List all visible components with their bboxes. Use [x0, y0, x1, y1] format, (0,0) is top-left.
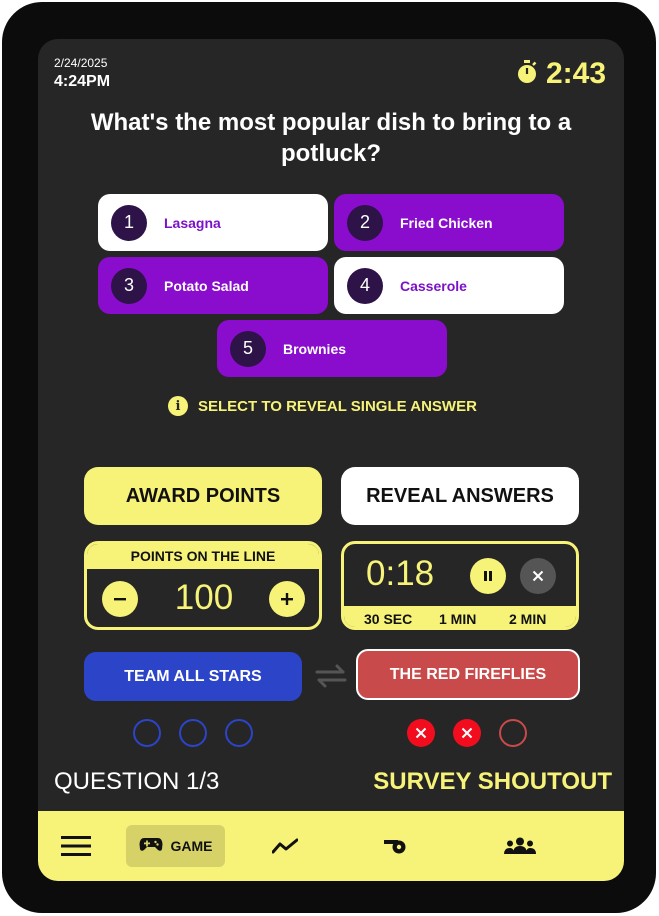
question-text: What's the most popular dish to bring to…: [90, 109, 572, 167]
answer-label: Lasagna: [164, 214, 221, 231]
pause-button[interactable]: [470, 558, 506, 594]
group-icon[interactable]: [502, 825, 538, 867]
answer-number: 2: [347, 204, 383, 241]
stopwatch-icon: [516, 59, 538, 89]
answer-card-2[interactable]: 2 Fried Chicken: [334, 194, 564, 251]
answer-label: Casserole: [400, 277, 467, 294]
decrease-points-button[interactable]: [102, 581, 138, 617]
points-value: 100: [174, 578, 234, 617]
minus-icon: [114, 598, 126, 601]
answer-card-5[interactable]: 5 Brownies: [217, 320, 447, 377]
points-panel-title: POINTS ON THE LINE: [87, 544, 319, 569]
pause-icon: [484, 571, 492, 581]
points-panel: POINTS ON THE LINE 100: [84, 541, 322, 630]
duration-2-min[interactable]: 2 MIN: [509, 611, 546, 627]
current-time: 4:24PM: [54, 73, 111, 90]
answer-number: 1: [111, 204, 147, 241]
swap-teams-icon[interactable]: [313, 663, 349, 694]
duration-30-sec[interactable]: 30 SEC: [364, 611, 412, 627]
bottom-nav: GAME: [38, 811, 624, 881]
team-1-strike-2: [179, 719, 207, 747]
answer-number: 3: [111, 267, 147, 304]
team-1-strike-1: [133, 719, 161, 747]
round-timer: 2:43: [516, 57, 606, 91]
increase-points-button[interactable]: [269, 581, 305, 617]
team-2-strike-2: [453, 719, 481, 747]
answer-card-3[interactable]: 3 Potato Salad: [98, 257, 328, 314]
whistle-icon[interactable]: [382, 825, 414, 867]
team-2-button[interactable]: THE RED FIREFLIES: [356, 649, 580, 700]
countdown-panel: 0:18 30 SEC 1 MIN 2 MIN: [341, 541, 579, 630]
stop-timer-button[interactable]: [520, 558, 556, 594]
nav-game-label: GAME: [170, 838, 213, 854]
reveal-hint: i SELECT TO REVEAL SINGLE ANSWER: [168, 396, 477, 416]
team-2-strike-3: [499, 719, 527, 747]
duration-1-min[interactable]: 1 MIN: [439, 611, 476, 627]
plus-icon: [281, 593, 293, 605]
close-icon: [461, 727, 473, 739]
answer-number: 4: [347, 267, 383, 304]
round-timer-value: 2:43: [545, 57, 606, 90]
current-date: 2/24/2025: [54, 56, 108, 70]
close-icon: [415, 727, 427, 739]
info-icon: i: [168, 396, 188, 416]
close-icon: [532, 570, 544, 582]
answer-label: Potato Salad: [164, 277, 249, 294]
chart-line-icon[interactable]: [269, 825, 301, 867]
game-name: SURVEY SHOUTOUT: [373, 768, 612, 795]
answer-number: 5: [230, 330, 266, 367]
app-screen: 2/24/2025 4:24PM 2:43 What's the most po…: [38, 39, 624, 881]
menu-icon[interactable]: [58, 825, 94, 867]
answer-card-1[interactable]: 1 Lasagna: [98, 194, 328, 251]
countdown-value: 0:18: [366, 554, 435, 593]
answer-card-4[interactable]: 4 Casserole: [334, 257, 564, 314]
team-1-button[interactable]: TEAM ALL STARS: [84, 652, 302, 701]
question-progress: QUESTION 1/3: [54, 768, 220, 795]
tablet-frame: 2/24/2025 4:24PM 2:43 What's the most po…: [2, 2, 656, 913]
answer-label: Fried Chicken: [400, 214, 493, 231]
gamepad-icon: [139, 836, 163, 857]
duration-options: 30 SEC 1 MIN 2 MIN: [344, 606, 576, 627]
answer-label: Brownies: [283, 340, 347, 357]
award-points-button[interactable]: AWARD POINTS: [84, 467, 322, 525]
team-1-strike-3: [225, 719, 253, 747]
nav-game-tab[interactable]: GAME: [126, 825, 225, 867]
team-2-strike-1: [407, 719, 435, 747]
reveal-answers-button[interactable]: REVEAL ANSWERS: [341, 467, 579, 525]
reveal-hint-text: SELECT TO REVEAL SINGLE ANSWER: [198, 397, 477, 415]
